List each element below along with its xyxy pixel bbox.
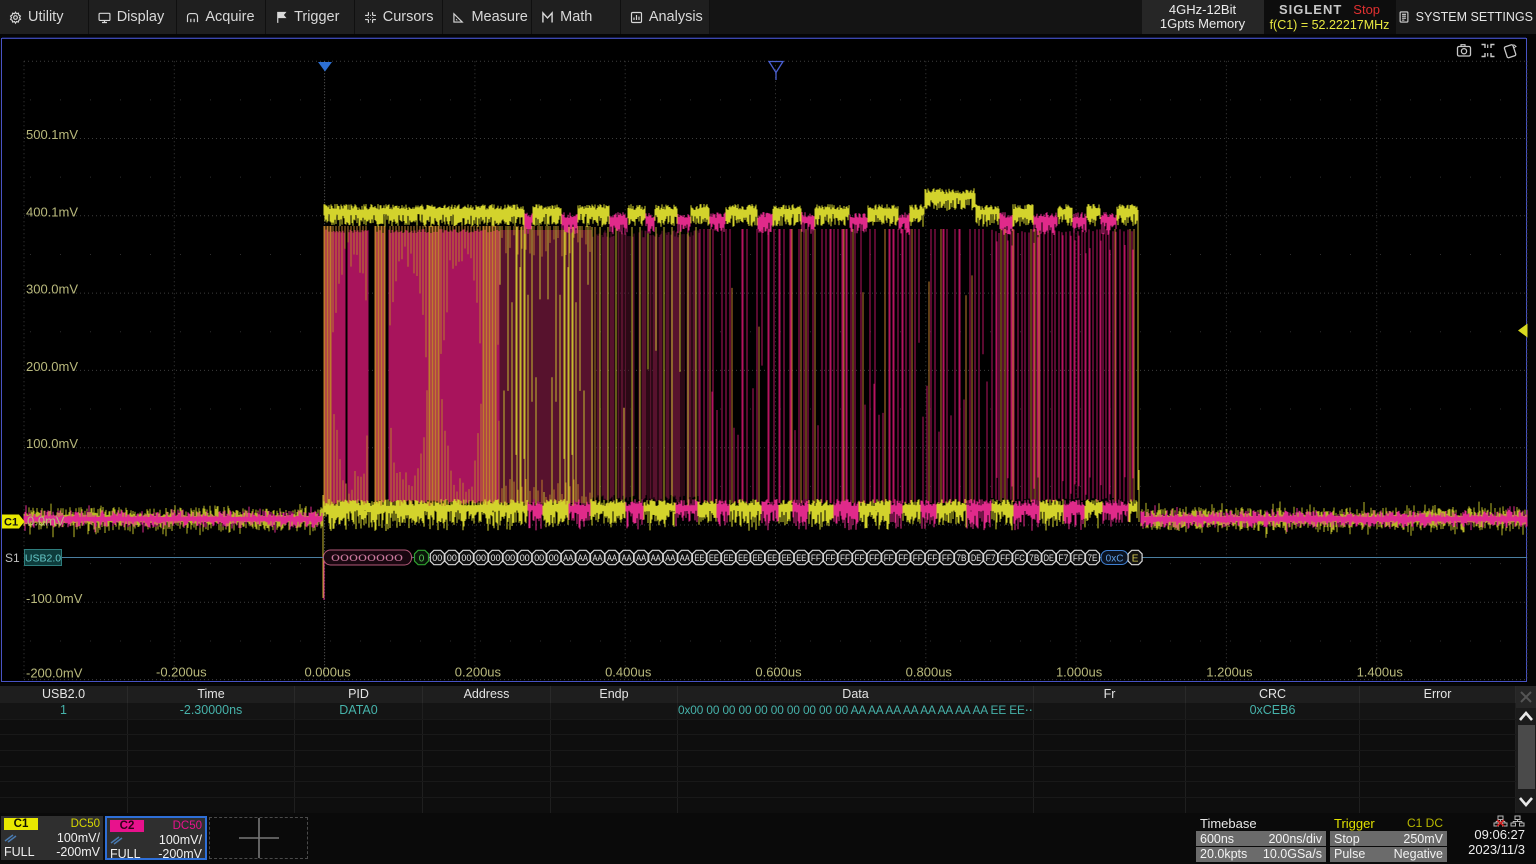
svg-text:EE: EE [724, 553, 734, 563]
svg-text:FF: FF [942, 553, 952, 563]
svg-text:00000000: 00000000 [331, 553, 403, 563]
svg-text:00: 00 [432, 553, 442, 563]
svg-text:00: 00 [491, 553, 501, 563]
svg-text:FF: FF [927, 553, 937, 563]
svg-text:7E: 7E [1088, 553, 1098, 563]
svg-text:1.000us: 1.000us [1056, 665, 1103, 680]
svg-text:DE: DE [1044, 553, 1054, 563]
svg-text:EE: EE [709, 553, 719, 563]
svg-text:0.0mV: 0.0mV [27, 514, 65, 529]
svg-text:EE: EE [782, 553, 792, 563]
svg-text:100.0mV: 100.0mV [26, 436, 78, 451]
svg-text:1.200us: 1.200us [1206, 665, 1253, 680]
svg-text:FF: FF [913, 553, 923, 563]
svg-text:S1: S1 [5, 551, 20, 565]
svg-text:-200.0mV: -200.0mV [26, 666, 83, 681]
svg-text:USB2.0: USB2.0 [25, 553, 61, 565]
svg-text:EE: EE [753, 553, 763, 563]
svg-text:7B: 7B [1029, 553, 1039, 563]
svg-text:00: 00 [476, 553, 486, 563]
svg-text:1.400us: 1.400us [1357, 665, 1404, 680]
svg-text:400.1mV: 400.1mV [26, 204, 78, 219]
svg-text:AA: AA [563, 553, 573, 563]
svg-text:0: 0 [419, 554, 425, 565]
svg-text:FF: FF [840, 553, 850, 563]
svg-text:AA: AA [593, 553, 603, 563]
svg-text:300.0mV: 300.0mV [26, 282, 78, 297]
svg-text:DE: DE [971, 553, 981, 563]
svg-text:0.800us: 0.800us [906, 665, 953, 680]
svg-text:EE: EE [738, 553, 748, 563]
svg-text:AA: AA [665, 553, 675, 563]
svg-text:00: 00 [505, 553, 515, 563]
svg-text:00: 00 [549, 553, 559, 563]
svg-text:00: 00 [534, 553, 544, 563]
svg-text:AA: AA [607, 553, 617, 563]
svg-text:AA: AA [680, 553, 690, 563]
svg-text:200.0mV: 200.0mV [26, 359, 78, 374]
svg-text:FF: FF [825, 553, 835, 563]
svg-text:00: 00 [461, 553, 471, 563]
svg-text:-0.200us: -0.200us [156, 665, 207, 680]
svg-text:FF: FF [869, 553, 879, 563]
svg-text:0.400us: 0.400us [605, 665, 652, 680]
svg-text:0.000us: 0.000us [304, 665, 351, 680]
svg-text:FF: FF [1000, 553, 1010, 563]
svg-text:EE: EE [796, 553, 806, 563]
svg-text:F7: F7 [1058, 553, 1068, 563]
svg-text:C1: C1 [4, 517, 18, 529]
svg-text:E: E [1132, 554, 1139, 565]
svg-text:EE: EE [694, 553, 704, 563]
svg-text:00: 00 [447, 553, 457, 563]
svg-text:FF: FF [884, 553, 894, 563]
svg-text:FF: FF [855, 553, 865, 563]
svg-text:EE: EE [767, 553, 777, 563]
svg-text:0xC: 0xC [1106, 554, 1124, 565]
svg-text:FC: FC [1015, 553, 1025, 563]
svg-text:FF: FF [1073, 553, 1083, 563]
svg-text:0.600us: 0.600us [755, 665, 802, 680]
svg-text:00: 00 [520, 553, 530, 563]
svg-text:FF: FF [811, 553, 821, 563]
svg-text:FF: FF [898, 553, 908, 563]
svg-text:AA: AA [578, 553, 588, 563]
svg-text:0.200us: 0.200us [455, 665, 502, 680]
svg-text:500.1mV: 500.1mV [26, 127, 78, 142]
svg-text:-100.0mV: -100.0mV [26, 591, 83, 606]
svg-text:7B: 7B [957, 553, 967, 563]
svg-text:F7: F7 [986, 553, 996, 563]
svg-text:AA: AA [622, 553, 632, 563]
svg-text:AA: AA [651, 553, 661, 563]
svg-text:AA: AA [636, 553, 646, 563]
